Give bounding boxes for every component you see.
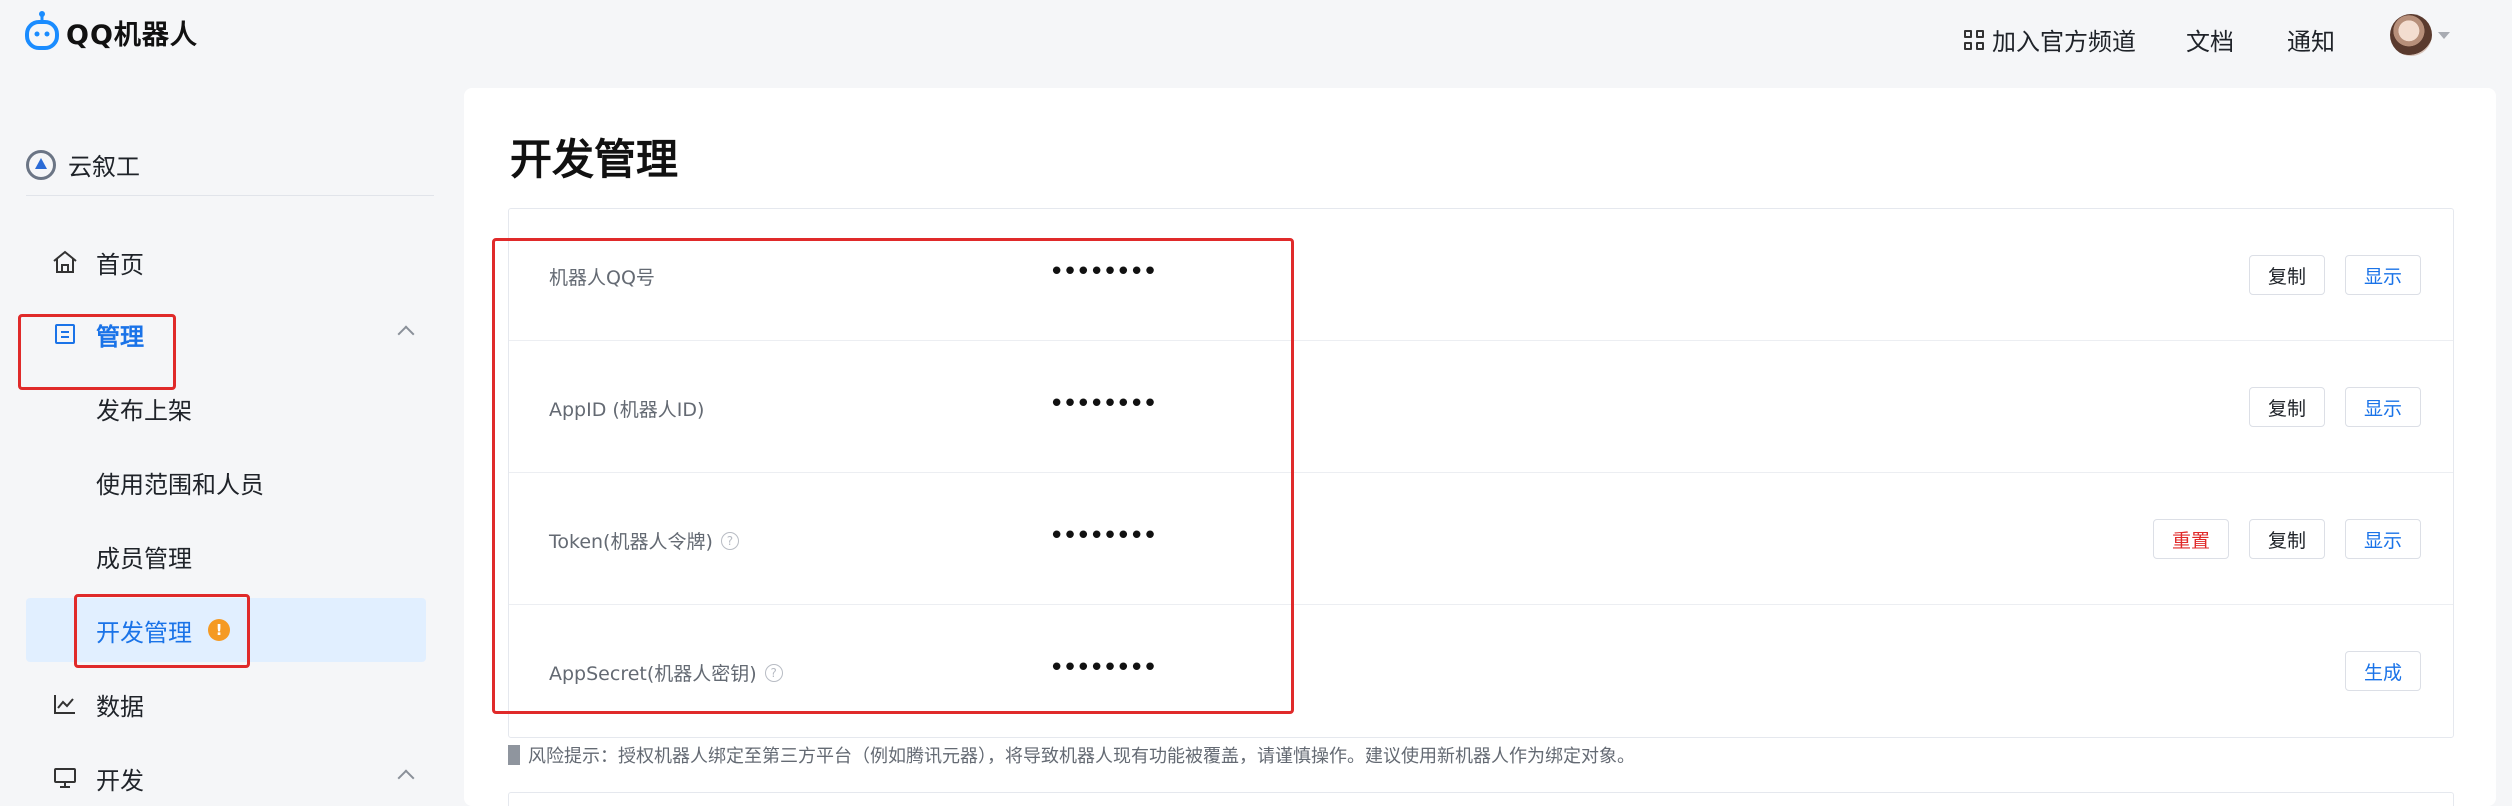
qr-grid-icon — [1964, 29, 1984, 50]
home-icon — [50, 247, 80, 277]
top-bar: QQ机器人 加入官方频道 文档 通知 — [0, 0, 2512, 72]
risk-tip-text: 风险提示：授权机器人绑定至第三方平台（例如腾讯元器），将导致机器人现有功能被覆盖… — [528, 746, 1635, 767]
qq-bot-logo[interactable]: QQ机器人 — [24, 10, 198, 54]
show-button[interactable]: 显示 — [2344, 255, 2421, 295]
sidebar-item-scope[interactable]: 使用范围和人员 — [26, 450, 426, 514]
sidebar-item-develop[interactable]: 开发 — [26, 746, 426, 806]
sidebar: 云叙工 首页 管理 发布上架 使用范围和人员 成员管理 开发管理 ! 数据 开发 — [0, 72, 460, 806]
join-channel-label: 加入官方频道 — [1992, 28, 2136, 56]
workspace-icon — [26, 149, 56, 180]
workspace-selector[interactable]: 云叙工 — [26, 147, 140, 182]
highlight-box-dev-manage — [74, 594, 250, 668]
robot-logo-icon — [24, 10, 60, 54]
sidebar-item-label: 开发 — [96, 766, 144, 795]
show-button[interactable]: 显示 — [2344, 387, 2421, 427]
main-card: 开发管理 机器人QQ号 •••••••• 复制 显示 AppID (机器人ID)… — [464, 88, 2496, 806]
avatar — [2390, 14, 2432, 56]
docs-link[interactable]: 文档 — [2186, 22, 2234, 57]
sidebar-item-members[interactable]: 成员管理 — [26, 524, 426, 588]
chevron-up-icon — [397, 769, 415, 787]
user-menu[interactable] — [2390, 14, 2450, 56]
sidebar-item-home[interactable]: 首页 — [26, 230, 426, 294]
caret-down-icon — [2438, 31, 2450, 39]
chevron-up-icon — [397, 325, 415, 343]
copy-button[interactable]: 复制 — [2248, 387, 2325, 427]
highlight-box-credentials — [492, 238, 1294, 714]
divider — [26, 195, 434, 196]
tip-marker — [508, 745, 520, 765]
risk-tip: 风险提示：授权机器人绑定至第三方平台（例如腾讯元器），将导致机器人现有功能被覆盖… — [508, 742, 1635, 768]
logo-text: QQ机器人 — [66, 19, 198, 51]
generate-button[interactable]: 生成 — [2344, 651, 2421, 691]
bottom-card — [508, 792, 2454, 806]
copy-button[interactable]: 复制 — [2248, 519, 2325, 559]
highlight-box-manage — [18, 314, 176, 390]
page-title: 开发管理 — [510, 135, 679, 184]
monitor-icon — [50, 763, 80, 793]
workspace-name: 云叙工 — [68, 153, 140, 181]
chart-icon — [50, 689, 80, 719]
sidebar-item-label: 首页 — [96, 250, 144, 279]
show-button[interactable]: 显示 — [2344, 519, 2421, 559]
sidebar-item-label: 数据 — [96, 692, 144, 721]
sidebar-item-data[interactable]: 数据 — [26, 672, 426, 736]
copy-button[interactable]: 复制 — [2248, 255, 2325, 295]
notifications-link[interactable]: 通知 — [2287, 22, 2335, 57]
join-channel-link[interactable]: 加入官方频道 — [1964, 22, 2136, 57]
reset-button[interactable]: 重置 — [2152, 519, 2229, 559]
